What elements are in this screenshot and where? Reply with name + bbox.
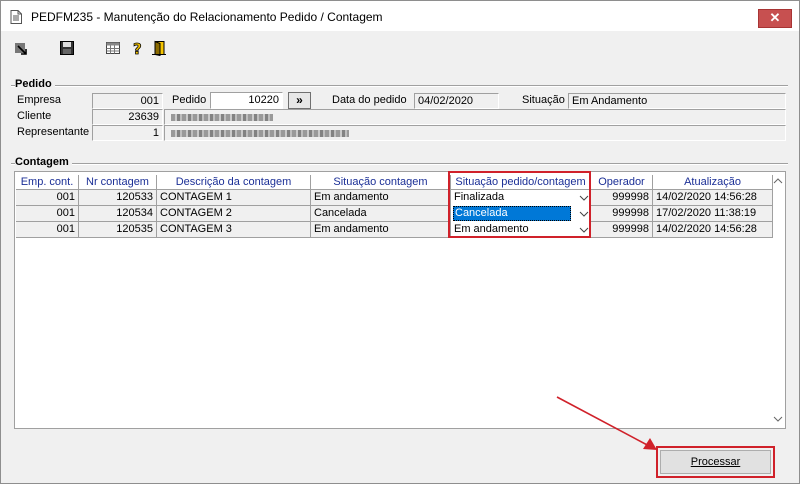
table-row-cell[interactable]: Em andamento xyxy=(311,190,451,206)
scroll-up-icon[interactable] xyxy=(773,177,783,185)
col-header-emp[interactable]: Emp. cont. xyxy=(16,175,79,190)
table-row-cell[interactable]: 14/02/2020 14:56:28 xyxy=(653,190,773,206)
table-row-cell[interactable]: 120533 xyxy=(79,190,157,206)
situacao-field: Em Andamento xyxy=(568,93,786,109)
col-header-situacao[interactable]: Situação contagem xyxy=(311,175,451,190)
processar-label: Processar xyxy=(690,456,741,468)
empresa-field: 001 xyxy=(92,93,163,109)
col-header-descricao[interactable]: Descrição da contagem xyxy=(157,175,311,190)
table-row-cell[interactable]: Em andamento xyxy=(311,222,451,238)
col-header-operador[interactable]: Operador xyxy=(591,175,653,190)
toolbar: ? xyxy=(1,32,799,62)
pedido-input[interactable]: 10220 xyxy=(210,92,283,109)
representante-label: Representante xyxy=(17,126,90,138)
representante-field: 1 xyxy=(92,125,163,141)
calendar-grid-icon[interactable] xyxy=(105,40,121,56)
data-pedido-field: 04/02/2020 xyxy=(414,93,499,109)
window-title: PEDFM235 - Manutenção do Relacionamento … xyxy=(31,10,383,24)
contagem-grid[interactable]: Emp. cont. Nr contagem Descrição da cont… xyxy=(14,171,786,429)
col-header-atualizacao[interactable]: Atualização xyxy=(653,175,773,190)
table-row-cell[interactable]: 001 xyxy=(16,190,79,206)
table-row-cell[interactable]: CONTAGEM 1 xyxy=(157,190,311,206)
col-header-nr[interactable]: Nr contagem xyxy=(79,175,157,190)
table-row-cell[interactable]: 999998 xyxy=(591,222,653,238)
table-row-cell[interactable]: 001 xyxy=(16,206,79,222)
table-row-cell[interactable]: CONTAGEM 2 xyxy=(157,206,311,222)
table-row-cell[interactable]: CONTAGEM 3 xyxy=(157,222,311,238)
pedido-group-title: Pedido xyxy=(15,78,55,90)
title-bar: PEDFM235 - Manutenção do Relacionamento … xyxy=(1,1,799,31)
redacted-text xyxy=(171,130,349,137)
pointer-arrow-icon xyxy=(556,396,657,450)
app-window: PEDFM235 - Manutenção do Relacionamento … xyxy=(0,0,800,484)
pedido-label: Pedido xyxy=(172,94,207,106)
data-pedido-label: Data do pedido xyxy=(332,94,407,106)
table-row-cell[interactable]: 17/02/2020 11:38:19 xyxy=(653,206,773,222)
exit-door-icon[interactable] xyxy=(151,40,167,56)
cliente-name-field xyxy=(164,109,786,125)
document-icon xyxy=(10,10,22,24)
svg-text:?: ? xyxy=(133,40,142,56)
cliente-field: 23639 xyxy=(92,109,163,125)
help-icon[interactable]: ? xyxy=(129,40,145,56)
cliente-label: Cliente xyxy=(17,110,52,122)
contagem-group-title: Contagem xyxy=(15,156,72,168)
pedido-group-line xyxy=(11,85,788,87)
goto-pedido-button[interactable]: » xyxy=(288,92,311,109)
table-row-cell[interactable]: 999998 xyxy=(591,206,653,222)
representante-name-field xyxy=(164,125,786,141)
highlight-box xyxy=(448,171,591,238)
empresa-label: Empresa xyxy=(17,94,62,106)
save-icon[interactable] xyxy=(59,40,75,56)
scroll-down-icon[interactable] xyxy=(773,415,783,423)
contagem-group-line xyxy=(11,163,788,165)
table-row-cell[interactable]: 120535 xyxy=(79,222,157,238)
table-row-cell[interactable]: 14/02/2020 14:56:28 xyxy=(653,222,773,238)
situacao-label: Situação xyxy=(522,94,565,106)
redacted-text xyxy=(171,114,273,121)
table-row-cell[interactable]: 999998 xyxy=(591,190,653,206)
table-row-cell[interactable]: 120534 xyxy=(79,206,157,222)
table-row-cell[interactable]: Cancelada xyxy=(311,206,451,222)
close-button[interactable]: ✕ xyxy=(758,9,792,28)
export-arrow-icon[interactable] xyxy=(13,40,29,56)
table-row-cell[interactable]: 001 xyxy=(16,222,79,238)
processar-button[interactable]: Processar xyxy=(660,450,771,474)
